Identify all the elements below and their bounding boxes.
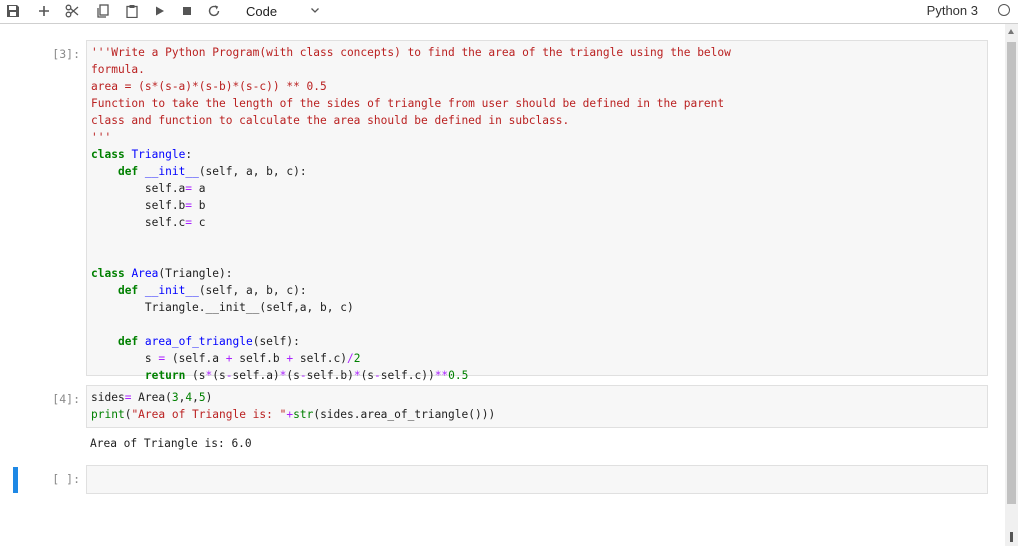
scroll-up-icon[interactable] xyxy=(1008,29,1014,34)
kernel-status-icon xyxy=(998,4,1010,16)
cell-prompt: [ ]: xyxy=(52,472,80,486)
cell-prompt: [3]: xyxy=(52,47,80,61)
kernel-name[interactable]: Python 3 xyxy=(927,3,978,18)
restart-icon[interactable] xyxy=(204,2,224,20)
cell-type-select[interactable]: Code xyxy=(246,2,330,20)
cell-prompt: [4]: xyxy=(52,392,80,406)
code-editor[interactable] xyxy=(87,466,987,472)
copy-icon[interactable] xyxy=(93,2,113,20)
add-cell-icon[interactable] xyxy=(34,2,54,20)
code-editor[interactable]: '''Write a Python Program(with class con… xyxy=(87,41,987,387)
code-cell-input[interactable] xyxy=(86,465,988,494)
code-cell-input[interactable]: sides= Area(3,4,5) print("Area of Triang… xyxy=(86,385,988,428)
scrollbar-thumb[interactable] xyxy=(1007,42,1016,504)
save-icon[interactable] xyxy=(3,2,23,20)
cut-icon[interactable] xyxy=(62,2,82,20)
paste-icon[interactable] xyxy=(122,2,142,20)
code-cell-input[interactable]: '''Write a Python Program(with class con… xyxy=(86,40,988,382)
cell-type-label: Code xyxy=(246,3,278,19)
vertical-scrollbar[interactable] xyxy=(1005,24,1018,546)
notebook-area: [3]: '''Write a Python Program(with clas… xyxy=(0,24,1005,546)
scroll-down-icon[interactable] xyxy=(1010,532,1013,542)
active-cell-indicator xyxy=(13,467,18,493)
notebook-toolbar: Code Python 3 xyxy=(0,0,1018,24)
cell-output: Area of Triangle is: 6.0 xyxy=(90,437,252,450)
stop-icon[interactable] xyxy=(177,2,197,20)
run-icon[interactable] xyxy=(150,2,170,20)
chevron-down-icon xyxy=(311,8,319,13)
code-editor[interactable]: sides= Area(3,4,5) print("Area of Triang… xyxy=(87,386,987,426)
